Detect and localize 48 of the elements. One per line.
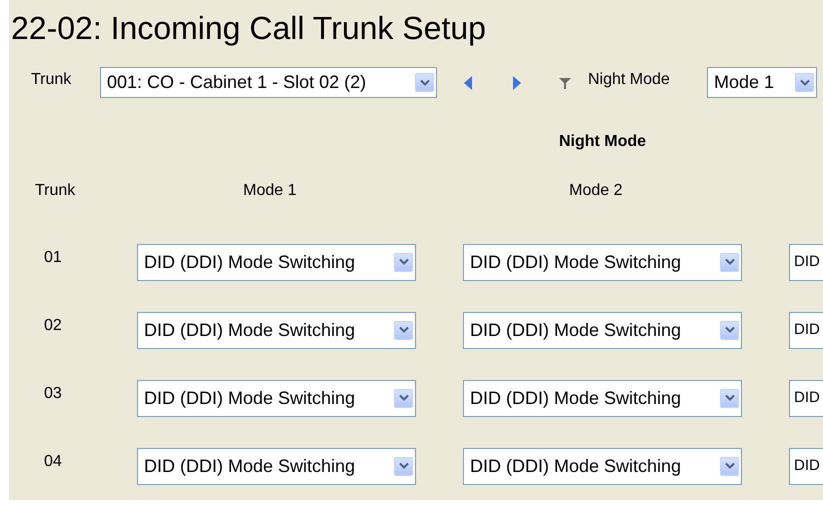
previous-arrow-icon[interactable] (463, 76, 473, 90)
dropdown-field[interactable]: DID (789, 448, 823, 484)
column-header: Mode 2 (568, 181, 624, 202)
chevron-down-icon (398, 394, 408, 402)
dropdown-field[interactable]: DID (789, 312, 823, 348)
dropdown-field[interactable]: DID (DDI) Mode Switching (137, 312, 416, 348)
filter-icon[interactable] (558, 76, 572, 90)
dropdown-button[interactable] (394, 320, 413, 340)
chevron-down-icon (724, 462, 734, 470)
dropdown-button[interactable] (795, 73, 814, 92)
dropdown-button[interactable] (720, 252, 739, 272)
trunk-number: 03 (44, 384, 63, 404)
dropdown-field[interactable]: DID (DDI) Mode Switching (463, 244, 742, 280)
chevron-down-icon (724, 258, 734, 266)
group-header: Night Mode (558, 132, 648, 152)
dropdown-button[interactable] (394, 388, 413, 408)
trunk-number: 01 (44, 248, 63, 268)
dropdown-field[interactable]: DID (789, 380, 823, 416)
dropdown-button[interactable] (394, 252, 413, 272)
dropdown-field[interactable]: DID (DDI) Mode Switching (463, 380, 742, 416)
dropdown-button[interactable] (415, 73, 434, 92)
dropdown-button[interactable] (720, 456, 739, 476)
chevron-down-icon (800, 78, 810, 87)
column-header: Trunk (35, 181, 76, 202)
chevron-down-icon (398, 326, 408, 334)
trunk-label: Trunk (31, 70, 72, 90)
dropdown-field[interactable]: DID (DDI) Mode Switching (137, 244, 416, 280)
page-title: 22-02: Incoming Call Trunk Setup (10, 9, 487, 48)
dropdown-field[interactable]: DID (DDI) Mode Switching (137, 380, 416, 416)
dropdown-field[interactable]: DID (DDI) Mode Switching (137, 448, 416, 484)
dropdown-field[interactable]: DID (DDI) Mode Switching (463, 448, 742, 484)
chevron-down-icon (724, 326, 734, 334)
dropdown-button[interactable] (720, 388, 739, 408)
dropdown-button[interactable] (394, 456, 413, 476)
column-header: Mode 1 (242, 181, 298, 202)
chevron-down-icon (420, 78, 430, 87)
dropdown-field[interactable]: 001: CO - Cabinet 1 - Slot 02 (2) (100, 67, 437, 98)
night-mode-label: Night Mode (588, 70, 671, 90)
chevron-down-icon (724, 394, 734, 402)
chevron-down-icon (398, 462, 408, 470)
chevron-down-icon (398, 258, 408, 266)
dropdown-field[interactable]: DID (789, 244, 823, 280)
trunk-number: 02 (44, 316, 63, 336)
dropdown-field[interactable]: Mode 1 (707, 67, 817, 98)
dropdown-field[interactable]: DID (DDI) Mode Switching (463, 312, 742, 348)
dropdown-button[interactable] (720, 320, 739, 340)
next-arrow-icon[interactable] (512, 76, 522, 90)
trunk-number: 04 (44, 452, 63, 472)
